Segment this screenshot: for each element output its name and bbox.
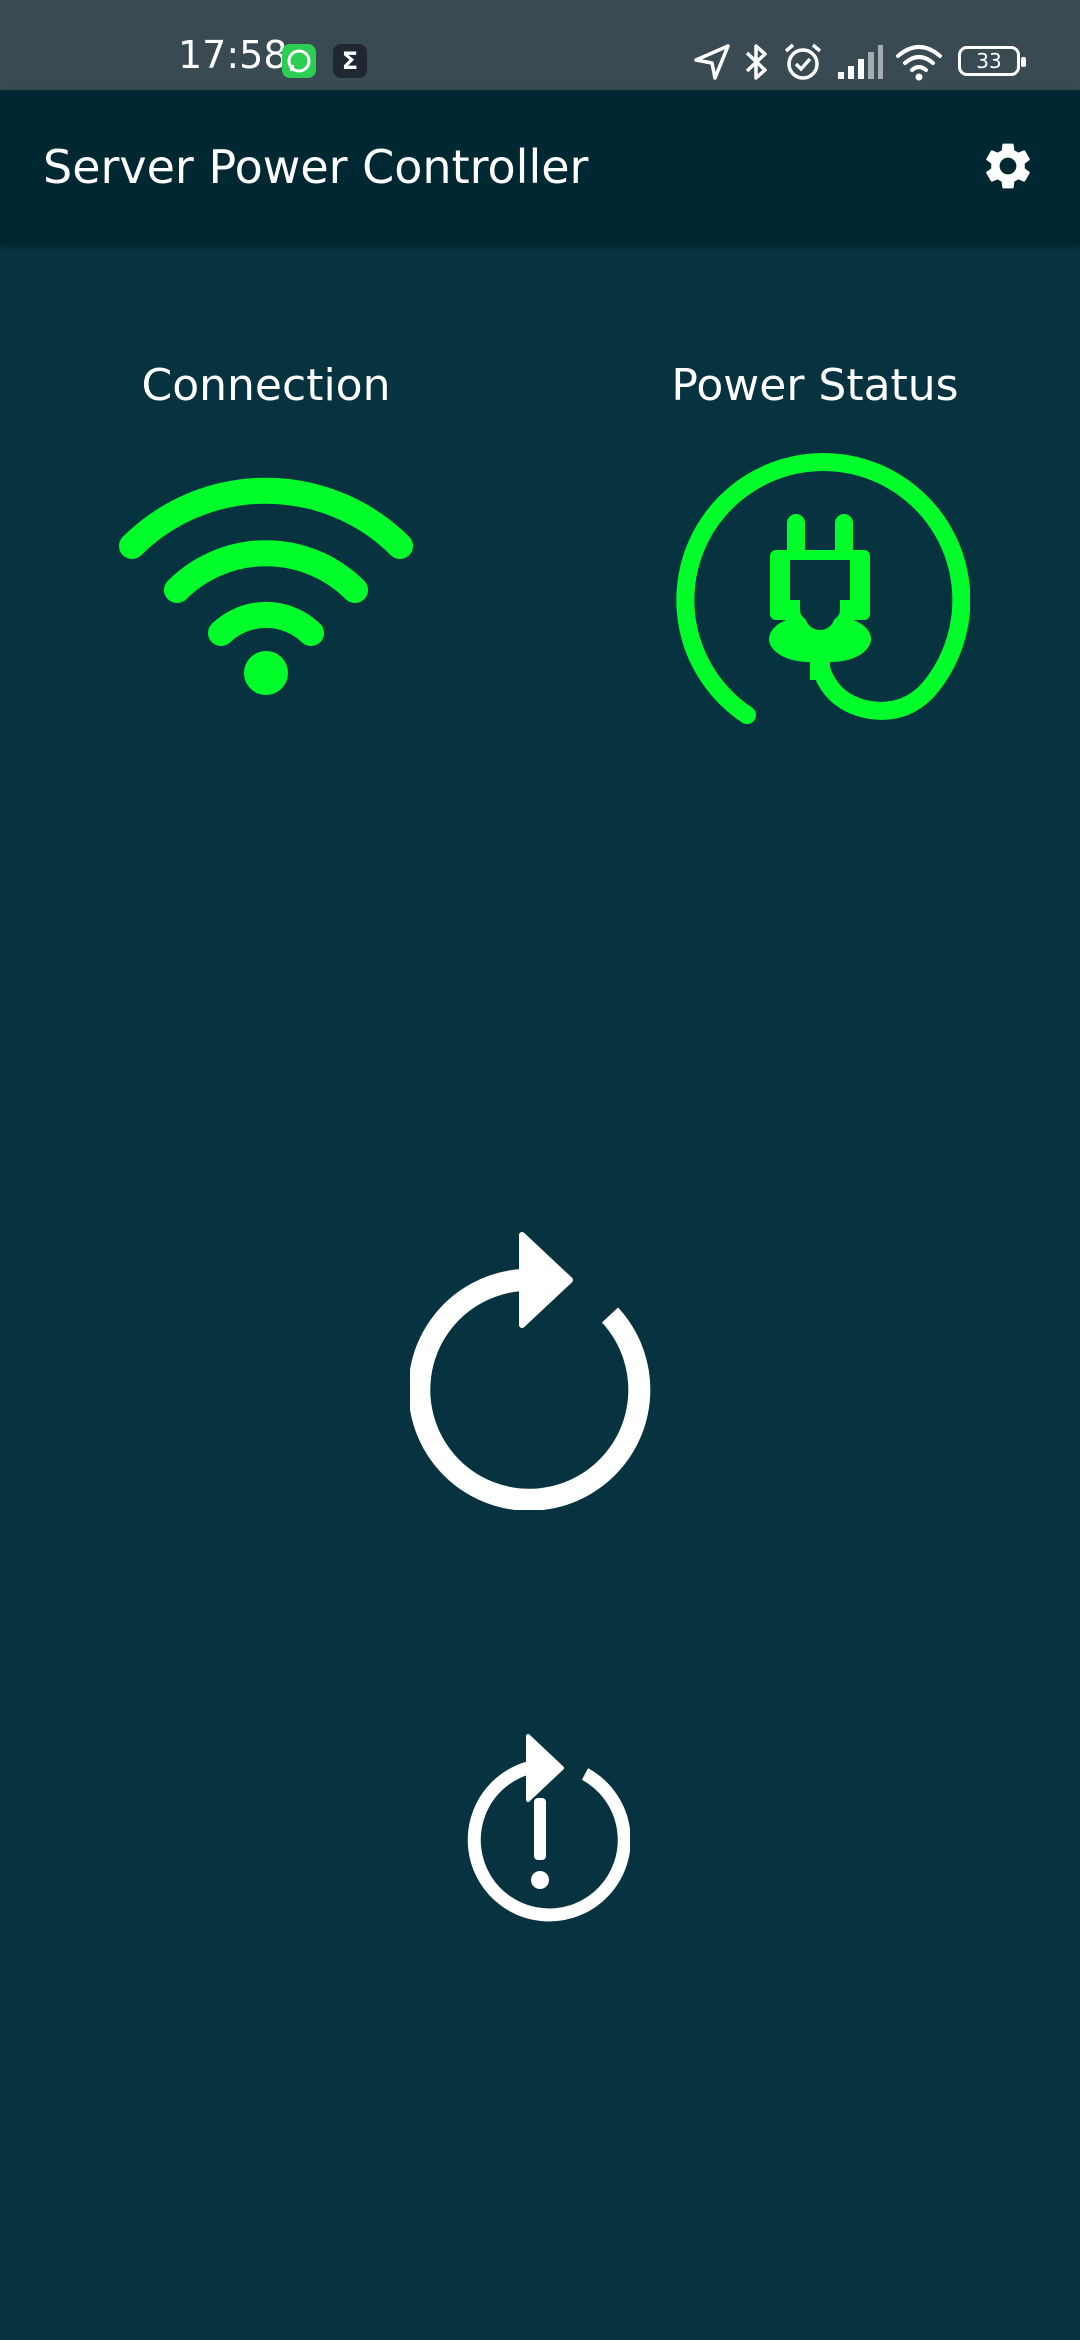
app-title: Server Power Controller bbox=[43, 140, 589, 194]
force-restart-icon[interactable] bbox=[450, 1728, 630, 1928]
sigma-icon: Σ bbox=[333, 44, 367, 78]
bluetooth-icon bbox=[745, 44, 767, 80]
power-status-label: Power Status bbox=[671, 360, 959, 411]
status-bar: 17:58 Σ 33 bbox=[0, 0, 1080, 90]
plug-icon bbox=[676, 453, 970, 724]
gear-icon[interactable] bbox=[980, 138, 1036, 194]
whatsapp-icon bbox=[282, 44, 316, 78]
alarm-icon bbox=[784, 43, 822, 80]
connection-label: Connection bbox=[141, 360, 391, 411]
cell-signal-icon bbox=[838, 45, 883, 79]
restart-icon[interactable] bbox=[410, 1230, 670, 1510]
status-time: 17:58 bbox=[178, 33, 288, 77]
status-wifi-icon bbox=[896, 45, 942, 81]
wifi-icon bbox=[119, 477, 413, 695]
location-icon bbox=[694, 44, 730, 80]
app-bar: Server Power Controller bbox=[0, 90, 1080, 244]
battery-icon: 33 bbox=[958, 46, 1026, 76]
